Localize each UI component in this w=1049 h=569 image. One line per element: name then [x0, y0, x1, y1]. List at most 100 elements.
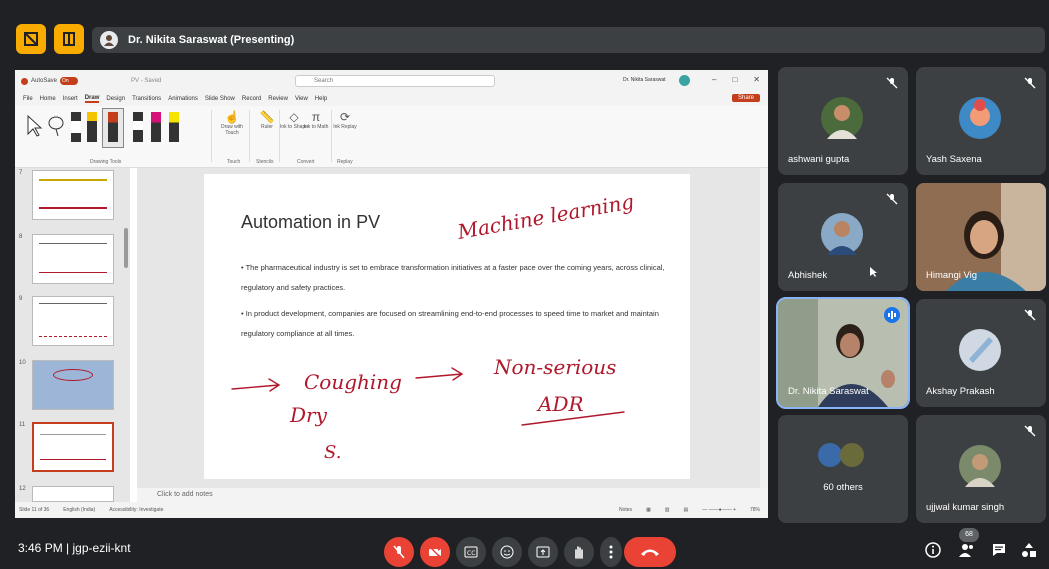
ribbon-separator — [211, 110, 212, 162]
others-tile[interactable]: 60 others — [778, 415, 908, 523]
thumb-content — [39, 243, 107, 273]
ruler-button[interactable]: 📏 Ruler — [252, 110, 282, 130]
menu-review[interactable]: Review — [268, 96, 288, 102]
layout-icon[interactable] — [54, 24, 84, 54]
zoom-slider[interactable]: — ——●—— + — [702, 507, 736, 513]
participant-tile[interactable]: ujjwal kumar singh — [916, 415, 1046, 523]
select-pointer-icon[interactable] — [25, 114, 43, 138]
slide-bullet-1: • The pharmaceutical industry is set to … — [241, 263, 665, 292]
slide-thumb-9[interactable] — [32, 296, 114, 346]
mic-off-icon — [886, 193, 898, 205]
menu-animations[interactable]: Animations — [168, 96, 198, 102]
participant-video-tile[interactable]: Himangi Vig — [916, 183, 1046, 291]
menu-help[interactable]: Help — [315, 96, 327, 102]
share-button[interactable]: Share — [731, 94, 760, 102]
maximize-icon[interactable]: □ — [732, 75, 737, 84]
participant-video-tile-speaking[interactable]: Dr. Nikita Saraswat — [776, 297, 910, 409]
ruler-icon: 📏 — [259, 110, 275, 124]
menu-home[interactable]: Home — [40, 96, 56, 102]
menu-slide-show[interactable]: Slide Show — [205, 96, 235, 102]
menu-view[interactable]: View — [295, 96, 308, 102]
meeting-details-button[interactable] — [922, 539, 944, 561]
slide-editor: Automation in PV • The pharmaceutical in… — [137, 168, 768, 488]
ink-to-math-button[interactable]: π Ink to Math — [301, 110, 331, 130]
notes-placeholder: Click to add notes — [157, 491, 213, 498]
pen-red-icon[interactable] — [108, 112, 118, 142]
top-bar: Dr. Nikita Saraswat (Presenting) — [0, 0, 1049, 70]
bullet-text-2: In product development, companies are fo… — [241, 309, 659, 338]
status-zoom[interactable]: 78% — [750, 507, 760, 513]
ink-replay-button[interactable]: ⟳ Ink Replay — [330, 110, 360, 130]
menu-record[interactable]: Record — [242, 96, 261, 102]
status-slide-count: Slide 11 of 36 — [19, 507, 50, 513]
status-accessibility[interactable]: Accessibility: Investigate — [109, 507, 163, 513]
mic-toggle-button[interactable] — [384, 537, 414, 567]
leave-call-button[interactable] — [624, 537, 676, 567]
captions-button[interactable]: CC — [456, 537, 486, 567]
status-language[interactable]: English (India) — [63, 507, 95, 513]
editor-scrollbar[interactable] — [760, 168, 768, 488]
menu-insert[interactable]: Insert — [63, 96, 78, 102]
more-options-button[interactable] — [600, 537, 622, 567]
pin-icon[interactable] — [16, 24, 46, 54]
slide-thumb-11-selected[interactable] — [32, 422, 114, 472]
camera-toggle-button[interactable] — [420, 537, 450, 567]
people-button[interactable] — [956, 539, 978, 561]
thumbs-scrollbar[interactable] — [124, 228, 128, 268]
draw-with-touch-button[interactable]: ☝ Draw with Touch — [217, 110, 247, 136]
present-button[interactable] — [528, 537, 558, 567]
thumb-content — [40, 434, 106, 460]
slide-thumb-12[interactable] — [32, 486, 114, 502]
tool-label-replay: Ink Replay — [333, 124, 357, 130]
chat-button[interactable] — [988, 539, 1010, 561]
menu-draw[interactable]: Draw — [84, 95, 100, 103]
participant-tile[interactable]: Yash Saxena — [916, 67, 1046, 175]
people-icon — [959, 544, 973, 557]
thumb-number: 7 — [19, 170, 23, 176]
avatar — [959, 97, 1001, 139]
participant-tile[interactable]: ashwani gupta — [778, 67, 908, 175]
slide-thumb-10[interactable] — [32, 360, 114, 410]
ppt-logo-icon — [21, 77, 28, 85]
view-normal-icon[interactable]: ▦ — [646, 507, 651, 513]
pen-black-icon[interactable] — [71, 112, 81, 142]
view-reading-icon[interactable]: ▤ — [684, 507, 689, 513]
raise-hand-icon — [575, 546, 583, 559]
highlighter-icon[interactable] — [169, 112, 179, 142]
menu-transitions[interactable]: Transitions — [132, 96, 161, 102]
ppt-user: Dr. Nikita Saraswat — [623, 77, 666, 83]
slide-thumb-8[interactable] — [32, 234, 114, 284]
emoji-icon — [500, 545, 514, 559]
notes-pane[interactable]: Click to add notes — [137, 488, 768, 502]
activities-button[interactable] — [1018, 539, 1040, 561]
tool-label-ruler: Ruler — [261, 124, 273, 130]
pen-dark-icon[interactable] — [133, 112, 143, 142]
reactions-button[interactable] — [492, 537, 522, 567]
minimize-icon[interactable]: – — [712, 75, 716, 84]
autosave-toggle[interactable]: On — [60, 77, 79, 85]
present-icon — [536, 546, 550, 558]
raise-hand-button[interactable] — [564, 537, 594, 567]
meeting-time-code: 3:46 PM | jgp-ezii-knt — [18, 541, 131, 555]
ink-word-machine: Machine learning — [455, 189, 636, 244]
ink-arrow-2 — [415, 367, 464, 381]
slide-thumb-7[interactable] — [32, 170, 114, 220]
participant-tile[interactable]: Akshay Prakash — [916, 299, 1046, 407]
participant-tile[interactable]: Abhishek — [778, 183, 908, 291]
search-placeholder: Search — [314, 78, 334, 84]
tool-label-math: Ink to Math — [303, 124, 329, 130]
menu-design[interactable]: Design — [106, 96, 125, 102]
ppt-search[interactable]: Search — [295, 75, 495, 87]
avatar — [821, 213, 863, 255]
highlighter-yellow-icon[interactable] — [87, 112, 97, 142]
current-slide[interactable]: Automation in PV • The pharmaceutical in… — [204, 174, 690, 479]
view-sorter-icon[interactable]: ▥ — [665, 507, 670, 513]
lasso-icon[interactable] — [47, 114, 65, 138]
bullet-text-1: The pharmaceutical industry is set to em… — [241, 263, 665, 292]
pen-pink-icon[interactable] — [151, 112, 161, 142]
close-icon[interactable]: ✕ — [753, 75, 760, 84]
user-avatar — [679, 75, 690, 86]
menu-file[interactable]: File — [23, 96, 33, 102]
status-notes[interactable]: Notes — [619, 507, 632, 513]
autosave[interactable]: AutoSave On PV - Saved — [21, 77, 161, 85]
